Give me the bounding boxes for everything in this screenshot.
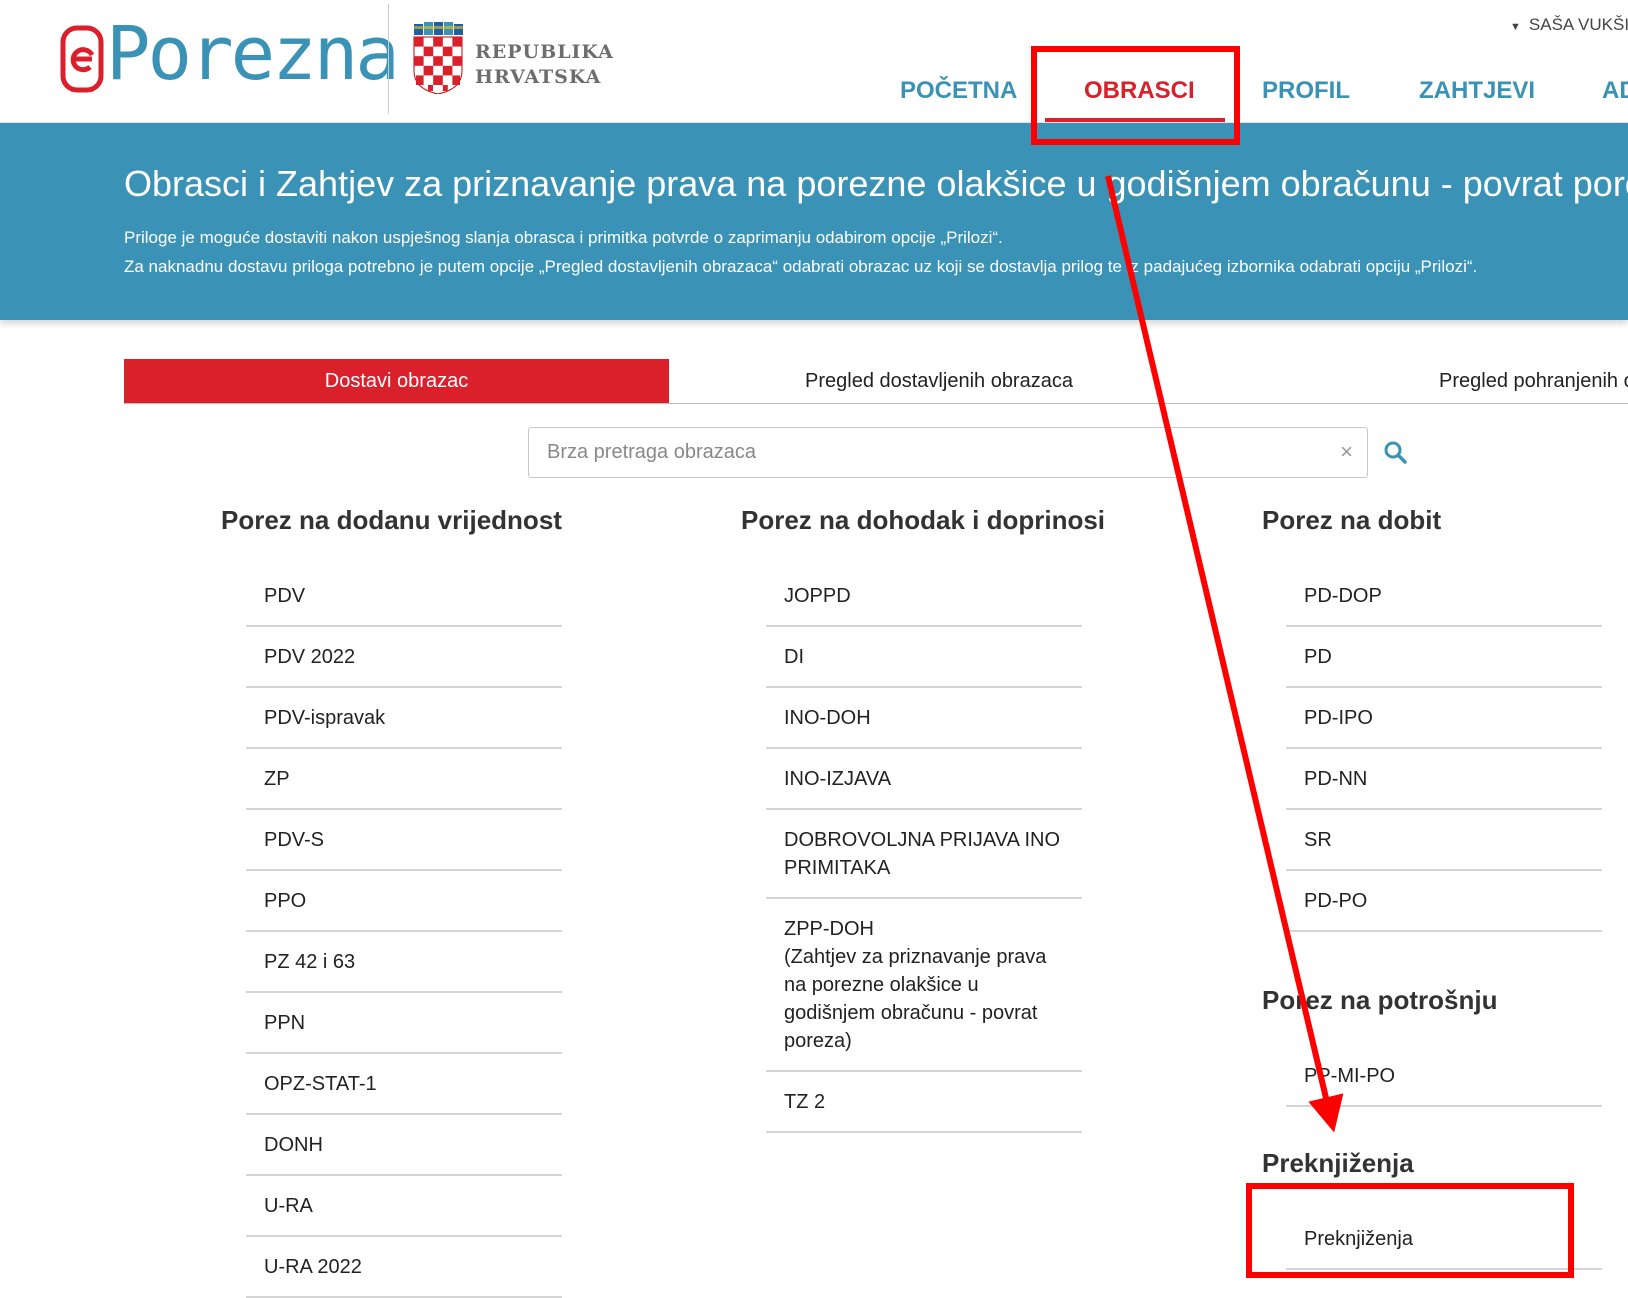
search-box: ×: [528, 427, 1368, 478]
section-title-dobit: Porez na dobit: [1262, 505, 1442, 535]
highlight-box-preknjizenja: [1246, 1183, 1574, 1278]
user-menu[interactable]: ▼ SAŠA VUKŠI: [1510, 15, 1628, 35]
republic-line-1: REPUBLIKA: [475, 41, 614, 63]
list-item[interactable]: INO-DOH: [766, 688, 1082, 749]
list-item[interactable]: PD-NN: [1286, 749, 1602, 810]
tab-pregled-pohranjenih[interactable]: Pregled pohranjenih obr: [1209, 359, 1628, 403]
list-item[interactable]: U-RA: [246, 1176, 562, 1237]
eporezna-e-logo-icon[interactable]: [60, 25, 104, 93]
list-item[interactable]: PZ 42 i 63: [246, 932, 562, 993]
form-tabs: Dostavi obrazac Pregled dostavljenih obr…: [124, 359, 1628, 404]
list-potrosnja: PP-MI-PO: [1286, 1046, 1602, 1107]
list-item[interactable]: DOBROVOLJNA PRIJAVA INO PRIMITAKA: [766, 810, 1082, 899]
banner-info-line-2: Za naknadnu dostavu priloga potrebno je …: [124, 257, 1478, 276]
croatian-coat-of-arms-icon: [413, 22, 463, 94]
list-item[interactable]: PDV 2022: [246, 627, 562, 688]
close-icon[interactable]: ×: [1340, 440, 1353, 464]
logo-text[interactable]: Porezna: [106, 14, 400, 94]
republic-name: REPUBLIKA HRVATSKA: [475, 40, 614, 90]
list-dobit: PD-DOP PD PD-IPO PD-NN SR PD-PO: [1286, 566, 1602, 932]
banner-info-line-1: Priloge je moguće dostaviti nakon uspješ…: [124, 228, 1003, 247]
nav-zahtjevi[interactable]: ZAHTJEVI: [1419, 77, 1535, 105]
page-title: Obrasci i Zahtjev za priznavanje prava n…: [124, 163, 1628, 204]
tab-pregled-dostavljenih[interactable]: Pregled dostavljenih obrazaca: [669, 359, 1209, 403]
list-item[interactable]: PDV-S: [246, 810, 562, 871]
highlight-box-obrasci: [1031, 46, 1240, 145]
list-item[interactable]: PD-IPO: [1286, 688, 1602, 749]
list-pdv: PDV PDV 2022 PDV-ispravak ZP PDV-S PPO P…: [246, 566, 562, 1298]
list-item[interactable]: PPN: [246, 993, 562, 1054]
section-title-preknjizenja: Preknjiženja: [1262, 1148, 1414, 1178]
list-item[interactable]: PPO: [246, 871, 562, 932]
list-item[interactable]: PD-PO: [1286, 871, 1602, 932]
list-item[interactable]: TZ 2: [766, 1072, 1082, 1133]
list-item[interactable]: JOPPD: [766, 566, 1082, 627]
nav-pocetna[interactable]: POČETNA: [900, 77, 1017, 105]
tab-dostavi-obrazac[interactable]: Dostavi obrazac: [124, 359, 669, 403]
list-item[interactable]: INO-IZJAVA: [766, 749, 1082, 810]
site-header: Porezna REPUBLIKA HRVATSKA ▼ SAŠA VUKŠI …: [0, 0, 1628, 123]
list-item[interactable]: ZPP-DOH (Zahtjev za priznavanje prava na…: [766, 899, 1082, 1072]
page-banner: Obrasci i Zahtjev za priznavanje prava n…: [0, 123, 1628, 320]
republic-line-2: HRVATSKA: [475, 66, 602, 88]
list-item[interactable]: U-RA 2022: [246, 1237, 562, 1298]
list-item[interactable]: ZP: [246, 749, 562, 810]
header-divider: [388, 4, 389, 114]
caret-down-icon: ▼: [1510, 21, 1521, 33]
user-name: SAŠA VUKŠI: [1528, 15, 1628, 34]
list-item[interactable]: OPZ-STAT-1: [246, 1054, 562, 1115]
list-item[interactable]: DONH: [246, 1115, 562, 1176]
nav-ad[interactable]: AD: [1602, 77, 1628, 105]
list-item[interactable]: DI: [766, 627, 1082, 688]
list-item[interactable]: PDV-ispravak: [246, 688, 562, 749]
list-item[interactable]: PD-DOP: [1286, 566, 1602, 627]
list-item[interactable]: PD: [1286, 627, 1602, 688]
list-item[interactable]: SR: [1286, 810, 1602, 871]
search-icon[interactable]: [1383, 440, 1407, 464]
nav-profil[interactable]: PROFIL: [1262, 77, 1350, 105]
list-item[interactable]: PP-MI-PO: [1286, 1046, 1602, 1107]
list-dohodak: JOPPD DI INO-DOH INO-IZJAVA DOBROVOLJNA …: [766, 566, 1082, 1133]
section-title-dohodak: Porez na dohodak i doprinosi: [741, 505, 1106, 535]
search-input[interactable]: [529, 428, 1309, 477]
section-title-pdv: Porez na dodanu vrijednost: [221, 505, 562, 535]
section-title-potrosnja: Porez na potrošnju: [1262, 985, 1498, 1015]
list-item[interactable]: PDV: [246, 566, 562, 627]
